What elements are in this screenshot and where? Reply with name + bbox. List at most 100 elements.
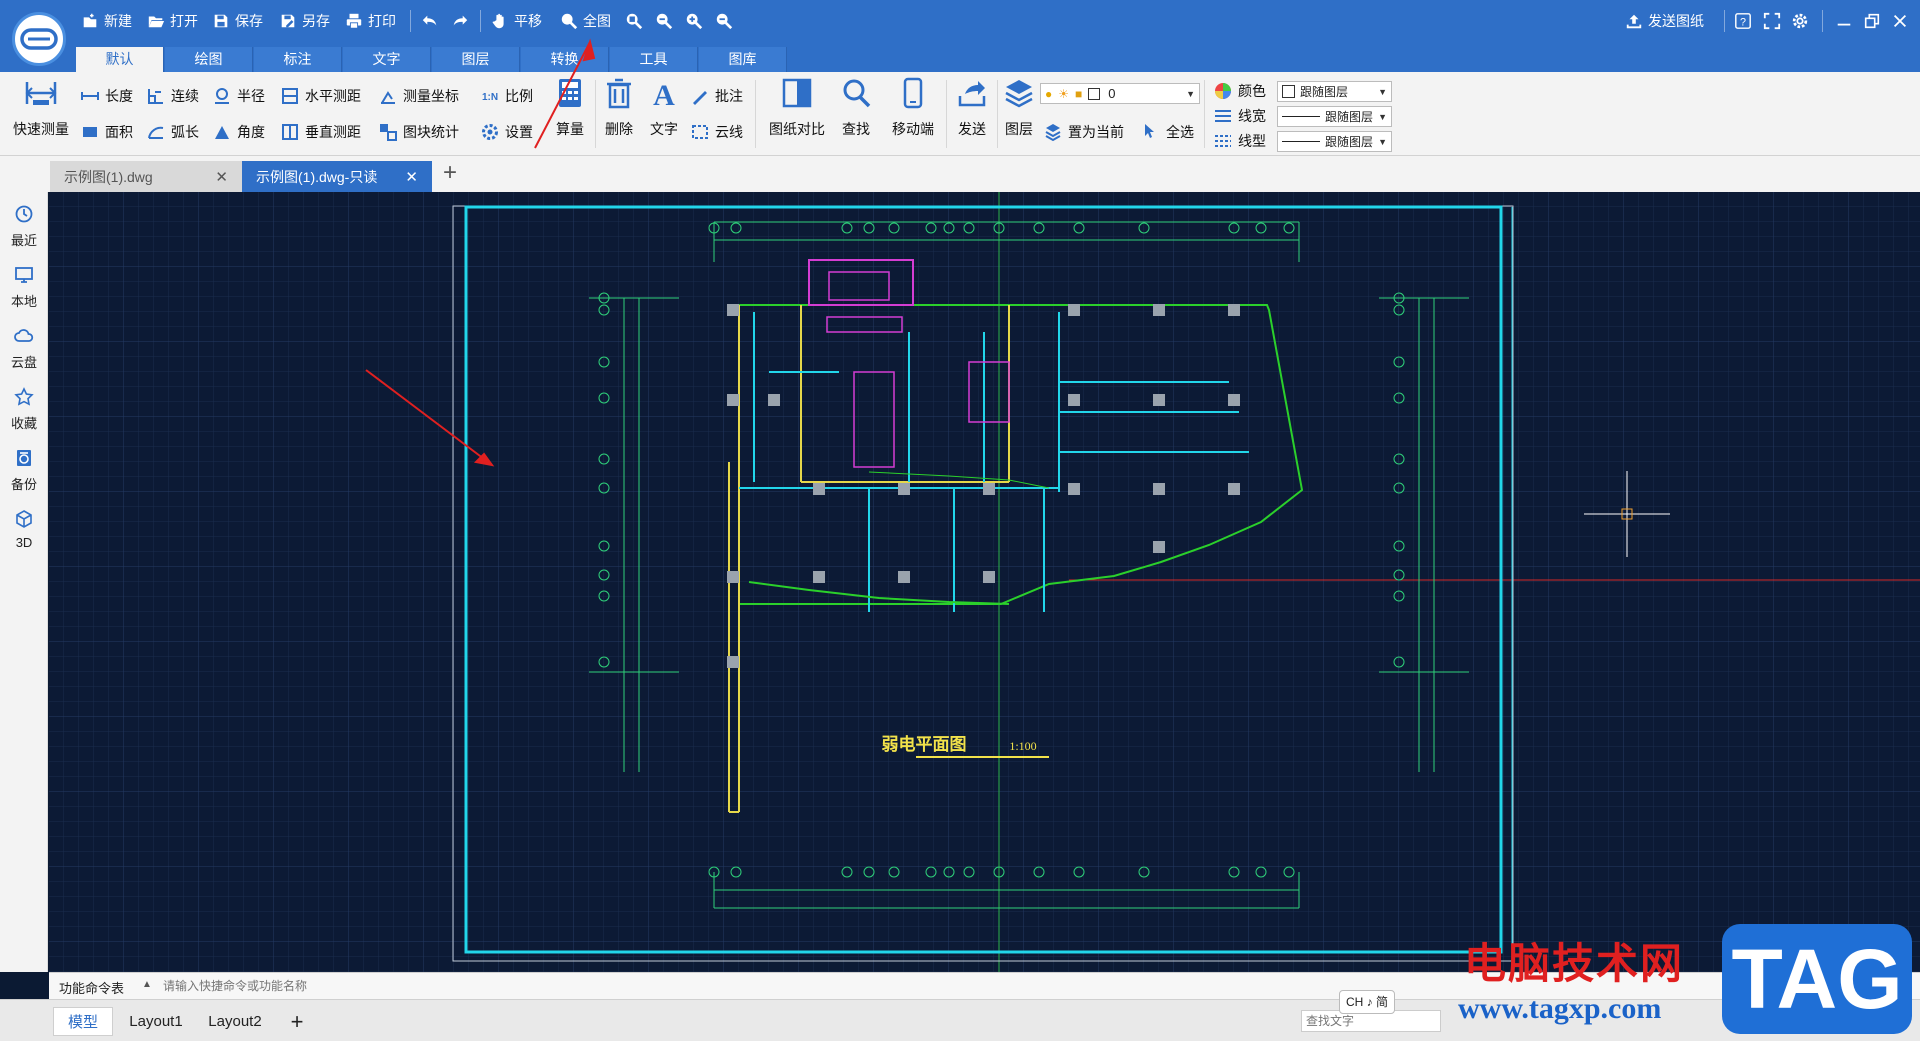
sidebar-item-recent[interactable]: 最近 [0,204,48,249]
save-as-button[interactable]: 另存 [278,9,330,33]
ime-indicator[interactable]: CH ♪ 简 [1339,990,1396,1014]
horizontal-distance-icon [280,86,300,106]
area-icon [80,122,100,142]
tab-tools[interactable]: 工具 [610,47,698,72]
length-button[interactable]: 长度 [80,84,133,108]
calc-quantity-button[interactable]: 算量 [552,76,588,139]
add-tab-button[interactable]: + [437,161,463,187]
settings-button[interactable] [1790,9,1810,33]
compare-button[interactable]: 图纸对比 [765,76,829,139]
linetype-icon [1213,131,1233,151]
layout-bar: 模型 Layout1 Layout2 + [0,999,1920,1041]
tab-model[interactable]: 模型 [53,1007,113,1036]
minimize-button[interactable] [1834,9,1854,33]
save-button[interactable]: 保存 [211,9,263,33]
restore-button[interactable] [1862,9,1882,33]
tab-library[interactable]: 图库 [699,47,787,72]
tab-dimension[interactable]: 标注 [254,47,342,72]
tab-default[interactable]: 默认 [76,47,164,72]
document-tab-bar: 示例图(1).dwg ✕ 示例图(1).dwg-只读 ✕ [0,156,1920,192]
zoom-window-button[interactable] [624,9,644,33]
quick-measure-button[interactable]: 快速测量 [10,76,72,139]
chevron-up-icon[interactable]: ▲ [142,979,152,990]
sidebar-item-backup[interactable]: 备份 [0,448,48,493]
find-button[interactable]: 查找 [838,76,874,139]
cloud-line-button[interactable]: 云线 [690,120,743,144]
radius-button[interactable]: 半径 [212,84,265,108]
command-bar: 功能命令表 ▲ [49,972,1920,999]
sidebar-item-3d[interactable]: 3D [0,509,48,550]
help-icon: ? [1733,11,1753,31]
arc-length-button[interactable]: 弧长 [146,120,199,144]
lineweight-select[interactable]: 跟随图层 ▼ [1277,106,1392,127]
zoom-previous-icon [654,11,674,31]
separator [997,80,998,148]
column [983,483,995,495]
zoom-out-button[interactable] [714,9,734,33]
block-count-button[interactable]: 图块统计 [378,120,459,144]
layer-button[interactable]: 图层 [1001,76,1037,139]
send-button[interactable]: 发送 [954,76,990,139]
layer-select[interactable]: ● ☀ ■ 0 ▼ [1040,83,1200,104]
folder-open-icon [146,11,166,31]
zoom-previous-button[interactable] [654,9,674,33]
vertical-distance-icon [280,122,300,142]
print-button[interactable]: 打印 [344,9,396,33]
doc-tab[interactable]: 示例图(1).dwg ✕ [50,161,242,192]
separator [595,80,596,148]
close-icon[interactable]: ✕ [405,168,418,186]
close-icon[interactable]: ✕ [215,168,228,186]
layers-icon [1002,76,1036,113]
redo-button[interactable] [450,9,470,33]
undo-icon [420,11,440,31]
redo-icon [450,11,470,31]
help-button[interactable]: ? [1733,9,1753,33]
command-input[interactable] [163,976,563,996]
area-button[interactable]: 面积 [80,120,133,144]
open-button[interactable]: 打开 [146,9,198,33]
left-sidebar: 最近 本地 云盘 收藏 备份 3D [0,192,48,972]
sidebar-item-favorites[interactable]: 收藏 [0,387,48,432]
sidebar-item-local[interactable]: 本地 [0,265,48,310]
linetype-select[interactable]: 跟随图层 ▼ [1277,131,1392,152]
scale-icon: 1:N [480,86,500,106]
undo-button[interactable] [420,9,440,33]
cloud-icon [14,326,34,349]
scale-button[interactable]: 1:N 比例 [480,84,533,108]
mobile-button[interactable]: 移动端 [888,76,938,139]
pan-button[interactable]: 平移 [490,9,542,33]
horizontal-distance-button[interactable]: 水平测距 [280,84,361,108]
star-icon [14,387,34,410]
delete-button[interactable]: 删除 [601,76,637,139]
column [727,656,739,668]
select-all-button[interactable]: 全选 [1141,120,1194,144]
annotate-button[interactable]: 批注 [690,84,743,108]
continuous-button[interactable]: 连续 [146,84,199,108]
measure-coordinate-button[interactable]: 测量坐标 [378,84,459,108]
send-drawing-button[interactable]: 发送图纸 [1624,9,1704,33]
tab-convert[interactable]: 转换 [521,47,609,72]
drawing-canvas[interactable]: 弱电平面图 1:100 [49,192,1920,972]
text-button[interactable]: A 文字 [646,76,682,139]
doc-tab-active[interactable]: 示例图(1).dwg-只读 ✕ [242,161,432,192]
sidebar-item-cloud[interactable]: 云盘 [0,326,48,371]
color-select[interactable]: 跟随图层 ▼ [1277,81,1392,102]
close-button[interactable] [1890,9,1910,33]
new-button[interactable]: 新建 [80,9,132,33]
zoom-in-button[interactable] [684,9,704,33]
angle-button[interactable]: 角度 [212,120,265,144]
fullscreen-button[interactable] [1762,9,1782,33]
tab-draw[interactable]: 绘图 [165,47,253,72]
add-layout-button[interactable]: + [282,1007,312,1036]
set-current-button[interactable]: 置为当前 [1043,120,1124,144]
column [727,304,739,316]
zoom-in-icon [684,11,704,31]
command-list-label[interactable]: 功能命令表 [59,978,124,997]
tab-layout2[interactable]: Layout2 [199,1007,271,1036]
tab-layout1[interactable]: Layout1 [120,1007,192,1036]
tab-layer[interactable]: 图层 [432,47,520,72]
tab-text[interactable]: 文字 [343,47,431,72]
measure-settings-button[interactable]: 设置 [480,120,533,144]
zoom-fit-button[interactable]: 全图 [559,9,611,33]
vertical-distance-button[interactable]: 垂直测距 [280,120,361,144]
